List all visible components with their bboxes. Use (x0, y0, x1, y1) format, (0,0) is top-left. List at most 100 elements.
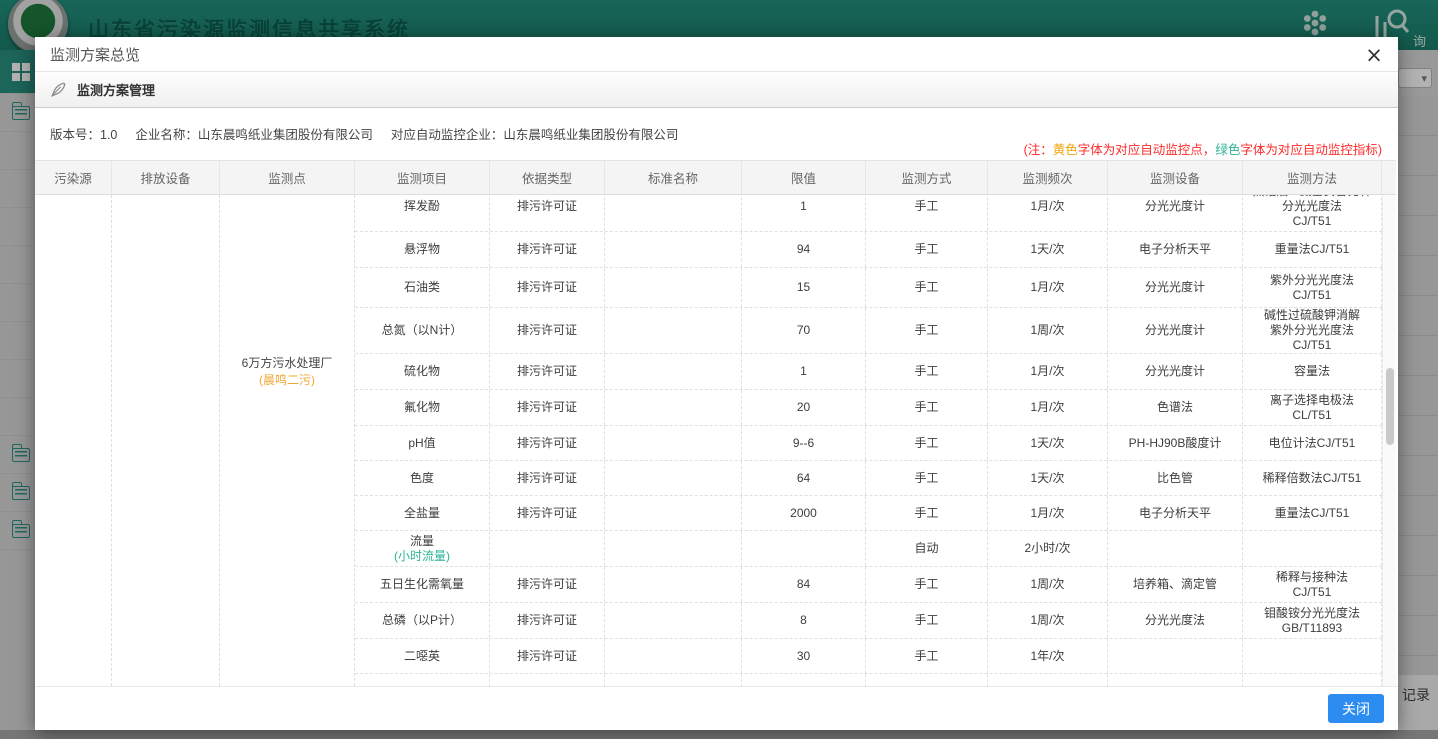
cell-mode: 自动 (866, 531, 988, 566)
monitoring-point-alias: (晨鸣二污) (242, 372, 333, 389)
cell-method: 碱性过硫酸钾消解 紫外分光光度法 CJ/T51 (1243, 308, 1382, 353)
modal-footer: 关闭 (35, 686, 1398, 730)
cell-basis: 排污许可证 (490, 232, 605, 267)
cell-mode (866, 674, 988, 686)
cell-item: 总磷（以P计） (355, 603, 490, 638)
table-row: 悬浮物排污许可证94手工1天/次电子分析天平重量法CJ/T51 (355, 232, 1382, 268)
cell-item: pH值 (355, 426, 490, 460)
cell-item: 石油类 (355, 268, 490, 307)
column-header: 监测项目 (355, 161, 490, 194)
cell-method: 重量法CJ/T51 (1243, 232, 1382, 267)
cell-mode: 手工 (866, 603, 988, 638)
table-row: 石油类排污许可证15手工1月/次分光光度计紫外分光光度法 CJ/T51 (355, 268, 1382, 308)
cell-basis: 排污许可证 (490, 268, 605, 307)
cell-mode: 手工 (866, 354, 988, 389)
cell-device: 分光光度计 (1108, 308, 1243, 353)
cell-mode: 手工 (866, 567, 988, 602)
cell-freq: 2小时/次 (988, 531, 1108, 566)
company-label: 企业名称：山东晨鸣纸业集团股份有限公司 (135, 124, 373, 143)
cell-standard (605, 603, 742, 638)
close-icon[interactable]: × (1362, 43, 1386, 67)
table-row: 二噁英排污许可证30手工1年/次 (355, 639, 1382, 674)
cell-limit: 15 (742, 268, 866, 307)
scrollbar-thumb[interactable] (1386, 368, 1394, 445)
cell-item: 氟化物 (355, 390, 490, 425)
cell-device: 培养箱、滴定管 (1108, 567, 1243, 602)
cell-limit: 1 (742, 195, 866, 231)
cell-mode: 手工 (866, 461, 988, 495)
cell-item: 悬浮物 (355, 232, 490, 267)
table-row: 挥发酚排污许可证1手工1月/次分光光度计蒸馏后4-氨基安替比林分光光度法 CJ/… (355, 195, 1382, 232)
monitoring-point-name: 6万方污水处理厂 (242, 355, 333, 372)
cell-device: 色谱法 (1108, 390, 1243, 425)
version-label: 版本号：1.0 (50, 124, 117, 143)
cell-limit: 1 (742, 354, 866, 389)
cell-method (1243, 531, 1382, 566)
cell-limit (742, 674, 866, 686)
table-rows: 挥发酚排污许可证1手工1月/次分光光度计蒸馏后4-氨基安替比林分光光度法 CJ/… (355, 195, 1382, 686)
column-header: 依据类型 (490, 161, 605, 194)
cell-basis: 排污许可证 (490, 426, 605, 460)
table-header-row: 污染源排放设备监测点监测项目依据类型标准名称限值监测方式监测频次监测设备监测方法 (35, 160, 1396, 195)
cell-basis: 排污许可证 (490, 195, 605, 231)
cell-device: 分光光度法 (1108, 603, 1243, 638)
cell-item: 硫化物 (355, 354, 490, 389)
cell-limit (742, 531, 866, 566)
section-title: 监测方案管理 (77, 80, 155, 99)
cell-device: 分光光度计 (1108, 195, 1243, 231)
cell-mode: 手工 (866, 496, 988, 530)
item-sub-label: (小时流量) (394, 549, 450, 564)
column-header: 污染源 (35, 161, 112, 194)
cell-mode: 手工 (866, 390, 988, 425)
cell-standard (605, 674, 742, 686)
cell-device (1108, 639, 1243, 673)
cell-device (1108, 674, 1243, 686)
cell-mode: 手工 (866, 268, 988, 307)
table-row (355, 674, 1382, 686)
cell-standard (605, 268, 742, 307)
cell-limit: 64 (742, 461, 866, 495)
cell-mode: 手工 (866, 426, 988, 460)
cell-standard (605, 567, 742, 602)
cell-basis (490, 674, 605, 686)
cell-device: 分光光度计 (1108, 268, 1243, 307)
cell-method: 蒸馏后4-氨基安替比林分光光度法 CJ/T51 (1243, 195, 1382, 231)
section-header: 监测方案管理 (35, 72, 1398, 108)
column-header: 监测设备 (1108, 161, 1243, 194)
close-button[interactable]: 关闭 (1328, 694, 1384, 723)
cell-basis: 排污许可证 (490, 461, 605, 495)
vertical-scrollbar[interactable] (1382, 195, 1396, 686)
cell-discharge-equipment (112, 195, 220, 686)
table-row: 色度排污许可证64手工1天/次比色管稀释倍数法CJ/T51 (355, 461, 1382, 496)
cell-item (355, 674, 490, 686)
cell-basis: 排污许可证 (490, 567, 605, 602)
table-row: 总氮（以N计）排污许可证70手工1周/次分光光度计碱性过硫酸钾消解 紫外分光光度… (355, 308, 1382, 354)
cell-limit: 94 (742, 232, 866, 267)
screen: 山东省污染源监测信息共享系统 (0, 0, 1438, 739)
column-header: 限值 (742, 161, 866, 194)
cell-freq: 1周/次 (988, 308, 1108, 353)
quill-pen-icon (49, 81, 67, 99)
column-header: 监测点 (220, 161, 355, 194)
cell-standard (605, 232, 742, 267)
cell-basis: 排污许可证 (490, 390, 605, 425)
table-row: 全盐量排污许可证2000手工1月/次电子分析天平重量法CJ/T51 (355, 496, 1382, 531)
cell-limit: 2000 (742, 496, 866, 530)
cell-standard (605, 308, 742, 353)
cell-basis: 排污许可证 (490, 639, 605, 673)
cell-limit: 70 (742, 308, 866, 353)
table-row: 流量(小时流量)自动2小时/次 (355, 531, 1382, 567)
cell-mode: 手工 (866, 639, 988, 673)
cell-basis: 排污许可证 (490, 496, 605, 530)
cell-limit: 9--6 (742, 426, 866, 460)
cell-standard (605, 390, 742, 425)
cell-standard (605, 496, 742, 530)
cell-item: 色度 (355, 461, 490, 495)
table-row: 五日生化需氧量排污许可证84手工1周/次培养箱、滴定管稀释与接种法 CJ/T51 (355, 567, 1382, 603)
cell-standard (605, 461, 742, 495)
cell-standard (605, 531, 742, 566)
modal-header: 监测方案总览 × (35, 37, 1398, 72)
cell-freq: 1天/次 (988, 461, 1108, 495)
cell-mode: 手工 (866, 232, 988, 267)
cell-device: 电子分析天平 (1108, 232, 1243, 267)
